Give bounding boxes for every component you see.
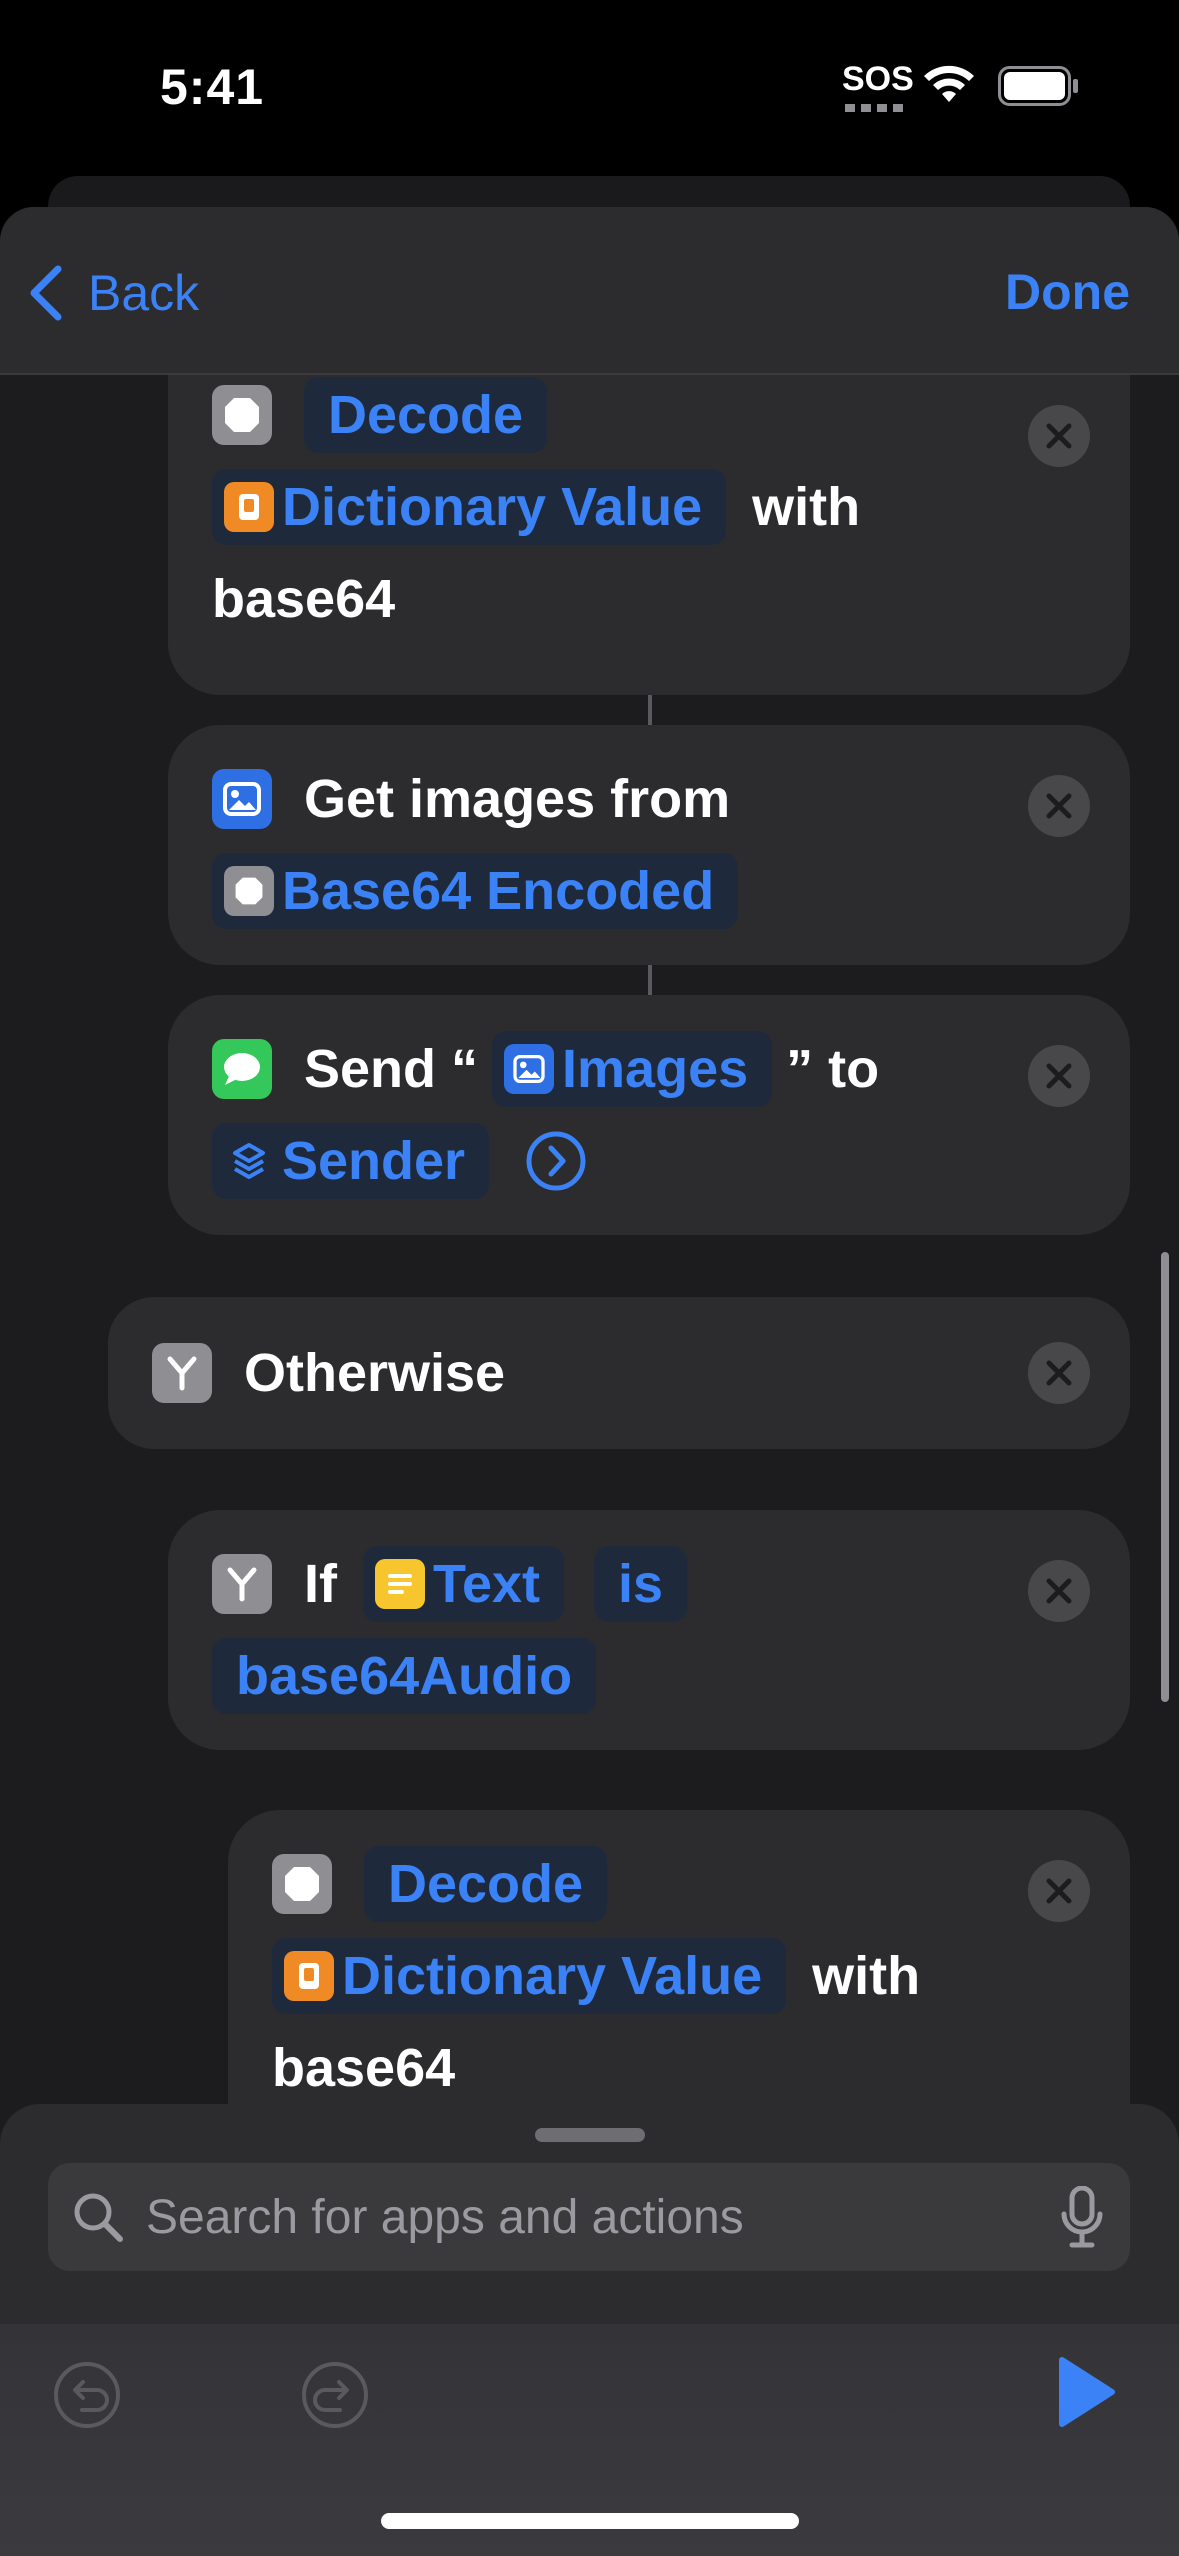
decode-mode-pill[interactable]: Decode bbox=[364, 1846, 608, 1922]
redo-icon[interactable] bbox=[300, 2360, 370, 2430]
otherwise-label: Otherwise bbox=[244, 1343, 506, 1403]
chevron-left-icon bbox=[30, 265, 62, 321]
format-label: base64 bbox=[272, 2038, 456, 2098]
remove-action-button[interactable] bbox=[1028, 775, 1090, 837]
if-label: If bbox=[304, 1554, 337, 1614]
photos-icon bbox=[212, 769, 272, 829]
search-bar[interactable] bbox=[48, 2163, 1130, 2271]
remove-action-button[interactable] bbox=[1028, 405, 1090, 467]
get-images-action-card[interactable]: Get images from Base64 Encoded bbox=[168, 725, 1130, 965]
with-label: with bbox=[752, 477, 861, 537]
dictionary-value-label: Dictionary Value bbox=[342, 1946, 763, 2006]
back-label: Back bbox=[88, 265, 200, 321]
sos-indicator: SOS bbox=[842, 60, 914, 98]
decode-action-card[interactable]: Decode Dictionary Value with base64 bbox=[168, 375, 1130, 695]
text-variable-label: Text bbox=[433, 1554, 541, 1614]
nav-bar: Back Done bbox=[0, 207, 1179, 375]
images-pill[interactable]: Images bbox=[492, 1031, 773, 1107]
remove-action-button[interactable] bbox=[1028, 1045, 1090, 1107]
screen: 5:41 SOS Back Done Decode Dictionary Val… bbox=[0, 0, 1179, 2556]
dictionary-icon bbox=[284, 1951, 334, 2001]
send-message-action-card[interactable]: Send “ Images ” to Sender bbox=[168, 995, 1130, 1235]
otherwise-action-card[interactable]: Otherwise bbox=[108, 1297, 1130, 1449]
battery-icon bbox=[998, 66, 1078, 106]
format-label: base64 bbox=[212, 569, 396, 629]
close-icon bbox=[1046, 1878, 1072, 1904]
decode-mode-pill[interactable]: Decode bbox=[304, 377, 548, 453]
status-time: 5:41 bbox=[160, 59, 265, 115]
send-label: Send “ bbox=[304, 1039, 479, 1099]
encode-action-icon bbox=[272, 1854, 332, 1914]
base64-encoded-pill[interactable]: Base64 Encoded bbox=[212, 853, 739, 929]
close-icon bbox=[1046, 423, 1072, 449]
encode-action-icon bbox=[212, 385, 272, 445]
signal-dots bbox=[845, 104, 905, 112]
close-icon bbox=[1046, 793, 1072, 819]
dictionary-value-pill[interactable]: Dictionary Value bbox=[272, 1938, 787, 2014]
remove-action-button[interactable] bbox=[1028, 1560, 1090, 1622]
sender-pill[interactable]: Sender bbox=[212, 1123, 490, 1199]
actions-list[interactable]: Decode Dictionary Value with base64 Get … bbox=[0, 375, 1179, 2312]
condition-value-pill[interactable]: base64Audio bbox=[212, 1638, 597, 1714]
scroll-indicator[interactable] bbox=[1161, 1252, 1169, 1702]
images-label: Images bbox=[562, 1039, 749, 1099]
branch-icon bbox=[152, 1343, 212, 1403]
get-images-label: Get images from bbox=[304, 769, 731, 829]
branch-icon bbox=[212, 1554, 272, 1614]
if-action-card[interactable]: If Text is base64Audio bbox=[168, 1510, 1130, 1750]
dictionary-icon bbox=[224, 482, 274, 532]
remove-action-button[interactable] bbox=[1028, 1860, 1090, 1922]
done-button[interactable]: Done bbox=[1005, 263, 1130, 321]
back-button[interactable]: Back bbox=[26, 261, 199, 325]
base64-encoded-label: Base64 Encoded bbox=[282, 861, 715, 921]
action-connector bbox=[648, 695, 652, 727]
close-icon bbox=[1046, 1063, 1072, 1089]
text-icon bbox=[375, 1559, 425, 1609]
condition-pill[interactable]: is bbox=[594, 1546, 688, 1622]
to-label: ” to bbox=[786, 1039, 880, 1099]
sender-label: Sender bbox=[282, 1131, 466, 1191]
encode-icon bbox=[224, 866, 274, 916]
messages-icon bbox=[212, 1039, 272, 1099]
with-label: with bbox=[812, 1946, 921, 2006]
undo-icon[interactable] bbox=[52, 2360, 122, 2430]
remove-action-button[interactable] bbox=[1028, 1342, 1090, 1404]
close-icon bbox=[1046, 1360, 1072, 1386]
play-icon[interactable] bbox=[1056, 2354, 1118, 2430]
photos-icon bbox=[504, 1044, 555, 1094]
microphone-icon[interactable] bbox=[1060, 2186, 1104, 2248]
search-input[interactable] bbox=[146, 2189, 1060, 2245]
search-icon bbox=[74, 2193, 123, 2242]
text-variable-pill[interactable]: Text bbox=[363, 1546, 565, 1622]
home-indicator bbox=[381, 2513, 799, 2529]
action-connector bbox=[648, 965, 652, 995]
chevron-right-circle-icon[interactable] bbox=[525, 1130, 587, 1192]
close-icon bbox=[1046, 1578, 1072, 1604]
wifi-icon bbox=[924, 65, 974, 102]
sheet-grabber[interactable] bbox=[535, 2128, 645, 2142]
dictionary-value-label: Dictionary Value bbox=[282, 477, 703, 537]
shortcut-input-icon bbox=[224, 1136, 274, 1186]
status-bar: 5:41 SOS bbox=[0, 0, 1179, 175]
action-search-panel bbox=[0, 2104, 1179, 2556]
dictionary-value-pill[interactable]: Dictionary Value bbox=[212, 469, 727, 545]
